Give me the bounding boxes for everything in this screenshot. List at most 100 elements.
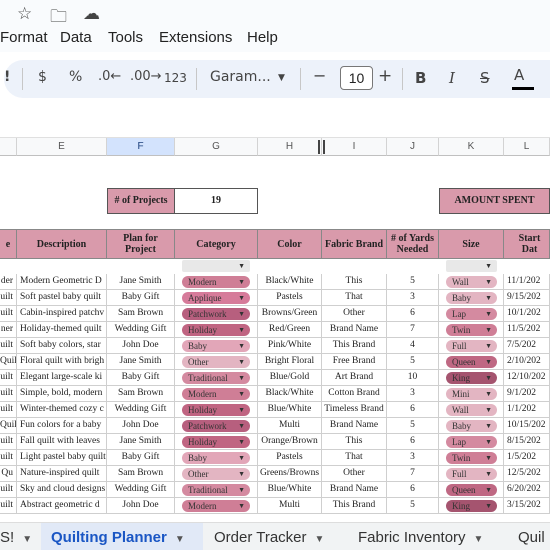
table-cell-l[interactable]: 2/10/202 <box>504 354 550 370</box>
table-cell-e[interactable]: Holiday-themed quilt <box>17 322 107 338</box>
table-cell-e[interactable]: Winter-themed cozy c <box>17 402 107 418</box>
category-dropdown-chip[interactable]: Modern ▼ <box>182 500 250 512</box>
size-dropdown-chip[interactable]: King ▼ <box>446 372 497 384</box>
size-dropdown-chip[interactable]: Lap ▼ <box>446 436 497 448</box>
chevron-down-icon[interactable]: ▼ <box>22 534 32 545</box>
table-cell-j[interactable]: 5 <box>387 418 439 434</box>
table-cell-f[interactable]: John Doe <box>107 418 175 434</box>
menu-help[interactable]: Help <box>247 29 278 46</box>
table-cell-l[interactable]: 1/1/202 <box>504 402 550 418</box>
table-cell-d[interactable]: uilt <box>0 498 17 514</box>
menu-data[interactable]: Data <box>60 29 92 46</box>
table-cell-i[interactable]: That <box>322 450 387 466</box>
table-cell-i[interactable]: Brand Name <box>322 322 387 338</box>
freeze-handle-icon[interactable] <box>318 140 325 154</box>
table-cell-d[interactable]: uilt <box>0 482 17 498</box>
size-dropdown-chip[interactable]: King ▼ <box>446 500 497 512</box>
table-cell-j[interactable]: 3 <box>387 386 439 402</box>
table-cell-f[interactable]: Wedding Gift <box>107 402 175 418</box>
table-cell-j[interactable]: 7 <box>387 322 439 338</box>
size-dropdown-chip[interactable]: Twin ▼ <box>446 452 497 464</box>
table-cell-f[interactable]: Jane Smith <box>107 354 175 370</box>
table-cell-f[interactable]: Sam Brown <box>107 466 175 482</box>
column-header-f[interactable]: F <box>107 138 175 156</box>
table-cell-l[interactable]: 12/5/202 <box>504 466 550 482</box>
table-cell-f[interactable]: Jane Smith <box>107 434 175 450</box>
table-cell-f[interactable]: Baby Gift <box>107 450 175 466</box>
table-cell-d[interactable]: uilt <box>0 434 17 450</box>
table-cell-f[interactable]: Jane Smith <box>107 274 175 290</box>
table-cell-j[interactable]: 6 <box>387 306 439 322</box>
star-icon[interactable]: ☆ <box>17 4 32 24</box>
table-cell-f[interactable]: Wedding Gift <box>107 482 175 498</box>
table-cell-i[interactable]: Other <box>322 306 387 322</box>
table-cell-f[interactable]: Sam Brown <box>107 386 175 402</box>
table-cell-d[interactable]: uilt <box>0 450 17 466</box>
category-dropdown-chip[interactable]: Baby ▼ <box>182 340 250 352</box>
table-cell-h[interactable]: Bright Floral <box>258 354 322 370</box>
table-cell-e[interactable]: Cabin-inspired patchv <box>17 306 107 322</box>
category-dropdown-chip[interactable]: Applique ▼ <box>182 292 250 304</box>
column-header-g[interactable]: G <box>175 138 258 156</box>
table-cell-j[interactable]: 7 <box>387 466 439 482</box>
category-dropdown-chip[interactable]: Other ▼ <box>182 468 250 480</box>
category-dropdown-chip[interactable]: Patchwork ▼ <box>182 308 250 320</box>
table-cell-d[interactable]: Quilt <box>0 418 17 434</box>
font-size-input[interactable]: 10 <box>340 66 373 90</box>
cloud-saved-icon[interactable]: ☁ <box>83 4 100 24</box>
category-dropdown-chip[interactable]: Other ▼ <box>182 356 250 368</box>
projects-count-value[interactable]: 19 <box>175 188 258 214</box>
table-cell-e[interactable]: Light pastel baby quilt <box>17 450 107 466</box>
table-cell-f[interactable]: John Doe <box>107 338 175 354</box>
table-cell-d[interactable]: uilt <box>0 338 17 354</box>
table-cell-j[interactable]: 3 <box>387 290 439 306</box>
percent-format-button[interactable]: % <box>69 69 82 85</box>
table-cell-d[interactable]: uilt <box>0 402 17 418</box>
table-cell-l[interactable]: 7/5/202 <box>504 338 550 354</box>
table-cell-l[interactable]: 9/15/202 <box>504 290 550 306</box>
table-cell-i[interactable]: Brand Name <box>322 482 387 498</box>
table-cell-f[interactable]: Wedding Gift <box>107 322 175 338</box>
table-cell-e[interactable]: Sky and cloud designs <box>17 482 107 498</box>
table-cell-j[interactable]: 5 <box>387 498 439 514</box>
category-dropdown-chip[interactable]: Traditional ▼ <box>182 484 250 496</box>
column-header-k[interactable]: K <box>439 138 504 156</box>
size-dropdown-chip[interactable]: Mini ▼ <box>446 388 497 400</box>
table-cell-h[interactable]: Browns/Green <box>258 306 322 322</box>
bold-button[interactable]: B <box>415 69 426 87</box>
table-cell-j[interactable]: 10 <box>387 370 439 386</box>
category-dropdown-chip[interactable]: Modern ▼ <box>182 276 250 288</box>
chevron-down-icon[interactable]: ▼ <box>474 534 484 545</box>
table-cell-d[interactable]: der <box>0 274 17 290</box>
size-dropdown-chip[interactable]: Queen ▼ <box>446 356 497 368</box>
table-cell-h[interactable]: Red/Green <box>258 322 322 338</box>
chevron-down-icon[interactable]: ▼ <box>315 534 325 545</box>
table-cell-h[interactable]: Blue/Gold <box>258 370 322 386</box>
table-cell-h[interactable]: Blue/White <box>258 482 322 498</box>
table-cell-e[interactable]: Abstract geometric d <box>17 498 107 514</box>
table-cell-l[interactable]: 12/10/202 <box>504 370 550 386</box>
table-cell-h[interactable]: Multi <box>258 498 322 514</box>
table-cell-l[interactable]: 10/1/202 <box>504 306 550 322</box>
tab-quilting-planner[interactable]: Quilting Planner ▼ <box>41 523 203 550</box>
tab-quilt-next[interactable]: Quil <box>518 523 550 550</box>
table-cell-h[interactable]: Black/White <box>258 274 322 290</box>
column-header-j[interactable]: J <box>387 138 439 156</box>
category-dropdown-chip[interactable]: Patchwork ▼ <box>182 420 250 432</box>
table-cell-j[interactable]: 5 <box>387 354 439 370</box>
size-dropdown-chip[interactable]: Full ▼ <box>446 468 497 480</box>
size-dropdown-chip[interactable]: Baby ▼ <box>446 420 497 432</box>
table-cell-d[interactable]: ner <box>0 322 17 338</box>
table-cell-l[interactable]: 11/5/202 <box>504 322 550 338</box>
table-cell-h[interactable]: Pastels <box>258 450 322 466</box>
table-cell-j[interactable]: 6 <box>387 434 439 450</box>
table-cell-j[interactable]: 3 <box>387 450 439 466</box>
table-cell-l[interactable]: 8/15/202 <box>504 434 550 450</box>
currency-format-button[interactable]: $ <box>38 69 47 85</box>
table-cell-l[interactable]: 10/15/202 <box>504 418 550 434</box>
menu-tools[interactable]: Tools <box>108 29 143 46</box>
table-cell-d[interactable]: Quilt <box>0 354 17 370</box>
table-cell-j[interactable]: 6 <box>387 482 439 498</box>
category-dropdown-chip[interactable]: Modern ▼ <box>182 388 250 400</box>
table-cell-e[interactable]: Elegant large-scale ki <box>17 370 107 386</box>
